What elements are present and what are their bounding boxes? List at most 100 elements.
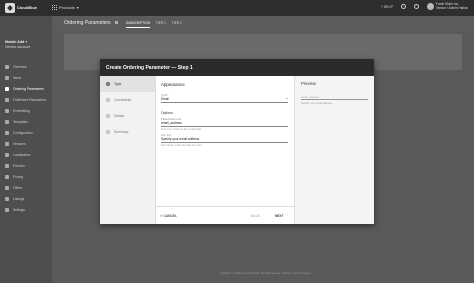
- tab-subscription[interactable]: SUBSCRIPTION: [126, 21, 150, 28]
- sidebar-item-fulfillment-parameters[interactable]: Fulfillment Parameters: [5, 94, 52, 105]
- settings-icon: [5, 207, 9, 212]
- dollar-icon: [5, 174, 9, 179]
- sidebar-nav: Overview Items Ordering Parameters Fulfillm…: [5, 61, 52, 215]
- step-number: 1: [106, 82, 110, 86]
- hint-value: Specify your email address: [161, 137, 200, 141]
- cancel-button[interactable]: ✕ CANCEL: [160, 214, 177, 218]
- placeholder-hint: Text to be shown in the empty field: [161, 128, 201, 131]
- step-label: Type: [114, 82, 122, 86]
- sidebar-item-label: Settings: [13, 207, 25, 212]
- sidebar-item-preview[interactable]: Preview: [5, 160, 52, 171]
- gear-icon[interactable]: [413, 4, 419, 10]
- step-details[interactable]: 3 Details: [100, 108, 155, 124]
- box-icon: [5, 75, 9, 80]
- sidebar-item-label: Listings: [13, 196, 25, 201]
- next-button[interactable]: NEXT: [275, 214, 284, 218]
- step-number: 4: [106, 130, 110, 134]
- tab-tier-2[interactable]: TIER 2: [172, 21, 182, 28]
- home-icon: [5, 64, 9, 69]
- dialog-title: Create Ordering Parameter — Step 1: [106, 65, 193, 71]
- bell-icon[interactable]: [400, 4, 406, 10]
- sidebar-item-pricing[interactable]: Pricing: [5, 171, 52, 182]
- step-number: 2: [106, 98, 110, 102]
- sidebar-item-embedding[interactable]: Embedding: [5, 105, 52, 116]
- sidebar-item-templates[interactable]: Templates: [5, 116, 52, 127]
- step-label: Constraints: [114, 98, 132, 102]
- tag-icon: [5, 185, 9, 190]
- wizard-steps: 1 Type 2 Constraints 3 Details 4 Summary: [100, 76, 156, 224]
- help-icon: ?: [380, 4, 383, 9]
- dialog-content: Appearance Type* Email Options Placehold…: [156, 76, 294, 206]
- type-value: Email: [161, 97, 169, 101]
- code-icon: [5, 108, 9, 113]
- caret-down-icon: [286, 98, 288, 99]
- chevron-down-icon: ▾: [25, 40, 28, 44]
- sidebar-item-configuration[interactable]: Configuration: [5, 127, 52, 138]
- hint-input[interactable]: Specify your email address: [161, 137, 288, 143]
- create-parameter-dialog: Create Ordering Parameter — Step 1 1 Typ…: [100, 59, 374, 224]
- file-icon: [5, 119, 9, 124]
- sidebar-item-label: Localization: [13, 152, 31, 157]
- type-select[interactable]: Email: [161, 97, 288, 103]
- cancel-label: CANCEL: [163, 214, 177, 218]
- layers-icon: [5, 141, 9, 146]
- sidebar-item-label: Embedding: [13, 108, 30, 113]
- sidebar-item-localization[interactable]: Localization: [5, 149, 52, 160]
- hint-hint: Text shown under the field as a hint: [161, 144, 202, 147]
- appearance-title: Appearance: [161, 82, 185, 87]
- tab-tier-1[interactable]: TIER 1: [156, 21, 166, 28]
- sidebar-item-offers[interactable]: Offers: [5, 182, 52, 193]
- step-label: Summary: [114, 130, 129, 134]
- sidebar-item-settings[interactable]: Settings: [5, 204, 52, 215]
- sidebar-item-label: Fulfillment Parameters: [13, 97, 46, 102]
- placeholder-value: email_address: [161, 121, 182, 125]
- step-type[interactable]: 1 Type: [100, 76, 155, 92]
- sidebar-item-overview[interactable]: Overview: [5, 61, 52, 72]
- sidebar-item-label: Pricing: [13, 174, 24, 179]
- preview-title: Preview: [301, 81, 316, 86]
- copyright-footer: Copyright © CloudBlue Connect 2019 • All…: [219, 272, 311, 275]
- back-button[interactable]: BACK: [251, 214, 260, 218]
- help-label: HELP: [383, 4, 393, 9]
- account-sub: Vendor account: [5, 44, 30, 49]
- products-menu[interactable]: Products ▾: [52, 5, 79, 10]
- account-switcher[interactable]: Mobile Add ▾ Vendor account: [5, 40, 30, 49]
- avatar: [426, 3, 434, 11]
- preview-input[interactable]: email_address: [301, 94, 368, 100]
- close-icon: ✕: [160, 214, 163, 218]
- user-menu[interactable]: Frank Shine Inc. Vendor / Admin Hallow: [426, 2, 468, 11]
- step-number: 3: [106, 114, 110, 118]
- logo-text: CloudBlue: [17, 5, 37, 10]
- sidebar-item-label: Preview: [13, 163, 25, 168]
- sidebar-item-label: Offers: [13, 185, 22, 190]
- account-name: Mobile Add: [5, 40, 25, 44]
- sidebar-item-listings[interactable]: Listings: [5, 193, 52, 204]
- globe-icon: [5, 152, 9, 157]
- list-icon: [5, 86, 9, 91]
- sidebar-item-items[interactable]: Items: [5, 72, 52, 83]
- products-label: Products: [59, 5, 75, 10]
- sidebar-item-label: Configuration: [13, 130, 33, 135]
- sidebar-item-label: Overview: [13, 64, 27, 69]
- sidebar-item-label: Items: [13, 75, 22, 80]
- cloudblue-logo-icon: [5, 3, 15, 13]
- options-title: Options: [161, 111, 173, 115]
- step-constraints[interactable]: 2 Constraints: [100, 92, 155, 108]
- store-icon: [5, 196, 9, 201]
- sidebar: Mobile Add ▾ Vendor account Overview Item…: [0, 16, 52, 283]
- user-role: Vendor / Admin Hallow: [435, 5, 468, 10]
- sidebar-item-ordering-parameters[interactable]: Ordering Parameters: [5, 83, 52, 94]
- chevron-down-icon: ▾: [76, 5, 79, 10]
- logo[interactable]: CloudBlue: [5, 3, 37, 13]
- top-bar: CloudBlue Products ▾ ? HELP Frank Shine …: [0, 0, 474, 16]
- page-title: Ordering Parameters: [64, 20, 111, 26]
- sidebar-item-versions[interactable]: Versions: [5, 138, 52, 149]
- sidebar-item-label: Templates: [13, 119, 29, 124]
- info-icon[interactable]: [115, 21, 118, 24]
- placeholder-input[interactable]: email_address: [161, 121, 288, 127]
- step-summary[interactable]: 4 Summary: [100, 124, 155, 140]
- apps-grid-icon: [52, 5, 57, 10]
- help-button[interactable]: ? HELP: [381, 5, 393, 9]
- cog-icon: [5, 130, 9, 135]
- preview-panel: Preview email_address Specify your email…: [294, 76, 374, 224]
